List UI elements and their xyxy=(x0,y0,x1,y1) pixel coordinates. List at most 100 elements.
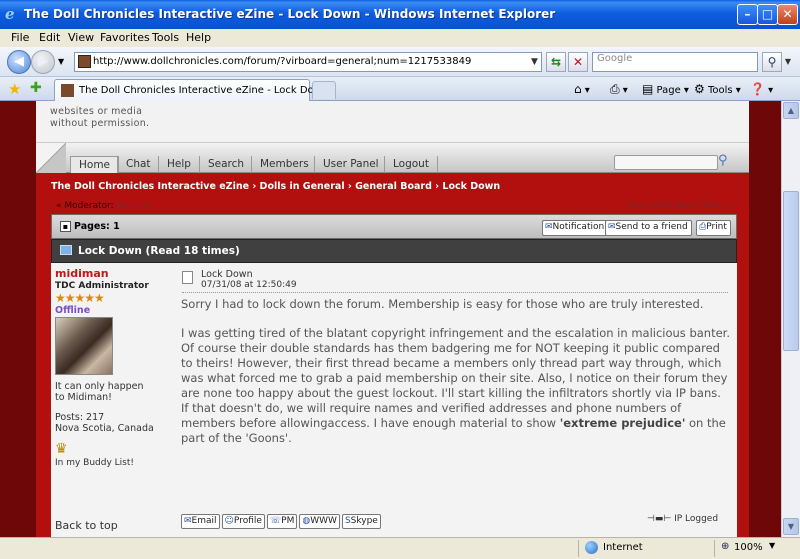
menu-file[interactable]: File xyxy=(11,31,29,44)
nav-home[interactable]: Home xyxy=(70,156,120,173)
home-button[interactable]: ⌂ ▾ xyxy=(574,82,590,96)
author-name[interactable]: midiman xyxy=(55,267,175,280)
nav-user-panel[interactable]: User Panel xyxy=(314,156,387,173)
prev-topic-link[interactable]: Prev topic xyxy=(628,201,673,211)
notification-button[interactable]: ✉Notification xyxy=(542,220,609,236)
nav-logout[interactable]: Logout xyxy=(384,156,438,173)
scroll-thumb[interactable] xyxy=(783,191,799,351)
online-status: Offline xyxy=(55,305,91,316)
scroll-up-arrow-icon[interactable]: ▲ xyxy=(783,102,799,119)
post-paragraph: Sorry I had to lock down the forum. Memb… xyxy=(181,297,704,311)
address-bar: ◀ ▶ ▼ http://www.dollchronicles.com/foru… xyxy=(0,47,800,77)
stop-button[interactable]: ✕ xyxy=(568,52,588,72)
printer-icon: ⎙ xyxy=(610,82,620,96)
close-button[interactable]: ✕ xyxy=(777,4,798,25)
www-button[interactable]: ◍WWW xyxy=(299,514,340,529)
nav-members[interactable]: Members xyxy=(251,156,317,173)
pm-button[interactable]: ☏PM xyxy=(266,514,298,529)
page-menu[interactable]: ▤ Page ▾ xyxy=(642,82,689,96)
refresh-button[interactable]: ⇆ xyxy=(546,52,566,72)
post-subject[interactable]: Lock Down xyxy=(201,269,728,280)
skype-button[interactable]: SSkype xyxy=(341,514,381,529)
buddy-icon: ♛ xyxy=(55,441,68,457)
moderator-link[interactable]: Bunsca xyxy=(117,201,150,211)
url-dropdown-icon[interactable]: ▼ xyxy=(528,53,541,71)
tab-label: The Doll Chronicles Interactive eZine - … xyxy=(79,85,329,96)
url-input[interactable]: http://www.dollchronicles.com/forum/?vir… xyxy=(74,52,542,72)
menu-tools[interactable]: Tools xyxy=(152,31,179,44)
forward-button[interactable]: ▶ xyxy=(31,50,55,74)
help-button[interactable]: ❓ ▾ xyxy=(750,82,773,96)
post: midiman TDC Administrator ★★★★★ Offline … xyxy=(51,263,737,537)
avatar xyxy=(55,317,113,375)
favorites-star-icon[interactable]: ★ xyxy=(8,80,21,98)
menu-edit[interactable]: Edit xyxy=(39,31,60,44)
new-tab-button[interactable] xyxy=(312,81,336,99)
nav-search[interactable]: Search xyxy=(199,156,252,173)
folder-icon xyxy=(60,245,72,255)
tab-bar: ★ ✚ The Doll Chronicles Interactive eZin… xyxy=(0,77,800,101)
maximize-button[interactable]: □ xyxy=(757,4,778,25)
site-favicon-icon xyxy=(78,55,91,68)
topic-title: Lock Down (Read 18 times) xyxy=(78,245,240,257)
vertical-scrollbar[interactable]: ▲ ▼ xyxy=(781,101,800,537)
zoom-level[interactable]: 100% xyxy=(734,542,763,553)
tab-active[interactable]: The Doll Chronicles Interactive eZine - … xyxy=(54,79,328,101)
search-icon[interactable]: ⚲ xyxy=(762,52,782,72)
scroll-down-arrow-icon[interactable]: ▼ xyxy=(783,518,799,535)
profile-button[interactable]: ☺Profile xyxy=(221,514,265,529)
notification-icon: ✉ xyxy=(545,222,553,232)
send-friend-button[interactable]: ✉Send to a friend xyxy=(605,220,692,236)
buddy-status: In my Buddy List! xyxy=(55,458,135,468)
next-topic-link[interactable]: Next Topic » xyxy=(676,201,731,211)
print-topic-button[interactable]: ⎙Print xyxy=(696,220,731,236)
menu-bar: File Edit View Favorites Tools Help xyxy=(0,29,800,47)
minimize-button[interactable]: – xyxy=(737,4,758,25)
gear-icon: ⚙ xyxy=(694,82,705,96)
profile-icon: ☺ xyxy=(224,516,234,526)
back-to-top-link[interactable]: Back to top xyxy=(55,519,118,532)
zoom-dropdown-icon[interactable]: ▼ xyxy=(769,541,775,550)
security-zone: Internet xyxy=(603,542,643,553)
help-icon: ❓ xyxy=(750,82,765,96)
document-icon xyxy=(182,271,193,284)
status-divider xyxy=(578,540,579,557)
search-input[interactable]: Google xyxy=(592,52,758,72)
post-date: 07/31/08 at 12:50:49 xyxy=(201,280,297,290)
page-margin-right xyxy=(749,101,781,537)
email-button[interactable]: ✉Email xyxy=(181,514,220,529)
forum-search-input[interactable] xyxy=(614,155,718,170)
print-button[interactable]: ⎙ ▾ xyxy=(610,82,628,97)
post-body: Sorry I had to lock down the forum. Memb… xyxy=(181,297,731,460)
nav-chat[interactable]: Chat xyxy=(117,156,159,173)
post-paragraph: I was getting tired of the blatant copyr… xyxy=(181,326,730,445)
rank-stars-icon: ★★★★★ xyxy=(55,291,105,305)
topic-header: Lock Down (Read 18 times) xyxy=(51,239,737,263)
pages-bar: ▪ Pages: 1 ✉Notification ✉Send to a frie… xyxy=(51,214,737,239)
menu-view[interactable]: View xyxy=(68,31,94,44)
send-icon: ✉ xyxy=(608,222,616,232)
moderator-line: « Moderator: Bunsca xyxy=(56,201,150,211)
ip-logged: ⊣▬⊢ IP Logged xyxy=(647,514,719,524)
nav-decoration xyxy=(36,143,66,173)
menu-favorites[interactable]: Favorites xyxy=(100,31,150,44)
search-dropdown-icon[interactable]: ▼ xyxy=(782,52,794,72)
page-icon: ▤ xyxy=(642,82,654,96)
breadcrumb[interactable]: The Doll Chronicles Interactive eZine › … xyxy=(51,181,500,192)
top-notice: websites or media without permission. xyxy=(36,101,749,143)
title-bar: e The Doll Chronicles Interactive eZine … xyxy=(0,0,800,29)
search-icon[interactable]: ⚲ xyxy=(718,153,728,168)
author-role: TDC Administrator xyxy=(55,281,149,291)
globe-icon xyxy=(585,541,598,554)
zoom-icon[interactable]: ⊕ xyxy=(721,541,729,552)
tools-menu[interactable]: ⚙ Tools ▾ xyxy=(694,82,741,96)
menu-help[interactable]: Help xyxy=(186,31,211,44)
status-bar: Internet ⊕ 100% ▼ xyxy=(0,537,800,559)
back-button[interactable]: ◀ xyxy=(7,50,31,74)
history-dropdown-icon[interactable]: ▼ xyxy=(58,57,64,66)
ip-icon: ⊣▬⊢ xyxy=(647,514,672,524)
add-favorites-icon[interactable]: ✚ xyxy=(30,80,42,96)
author-stats: Posts: 217 Nova Scotia, Canada xyxy=(55,412,154,434)
post-header: Lock Down 07/31/08 at 12:50:49 xyxy=(182,269,728,293)
nav-help[interactable]: Help xyxy=(158,156,199,173)
